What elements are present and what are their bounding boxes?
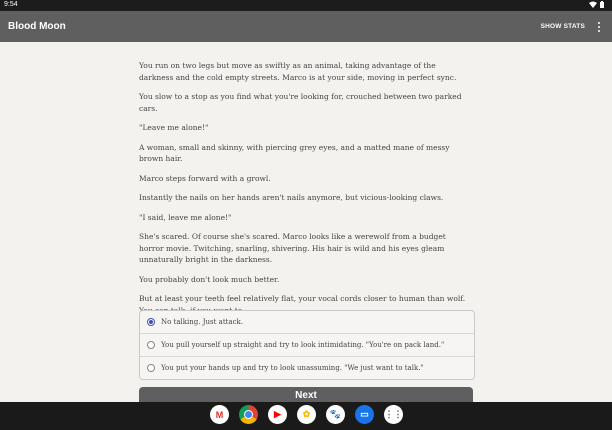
app-dock: M ▶ ✿ 🐾 ▭ ⋮⋮ <box>210 405 403 424</box>
app-bar: Blood Moon SHOW STATS <box>0 11 612 42</box>
battery-icon <box>600 1 604 8</box>
show-stats-button[interactable]: SHOW STATS <box>541 23 585 30</box>
choice-option[interactable]: You pull yourself up straight and try to… <box>140 333 474 356</box>
story-paragraph: Marco steps forward with a growl. <box>139 173 271 183</box>
messages-icon[interactable]: ▭ <box>355 405 374 424</box>
status-time: 9:54 <box>4 1 18 8</box>
choice-label: No talking. Just attack. <box>161 318 244 326</box>
choice-list: No talking. Just attack. You pull yoursel… <box>139 310 475 380</box>
choice-option[interactable]: You put your hands up and try to look un… <box>140 356 474 379</box>
app-drawer-icon[interactable]: ⋮⋮ <box>384 405 403 424</box>
chrome-center <box>244 410 253 419</box>
story-paragraph: You run on two legs but move as swiftly … <box>139 61 457 82</box>
status-bar: 9:54 <box>0 0 612 11</box>
youtube-icon[interactable]: ▶ <box>268 405 287 424</box>
choice-label: You pull yourself up straight and try to… <box>161 341 445 349</box>
photos-icon[interactable]: ✿ <box>297 405 316 424</box>
story-paragraph: You probably don't look much better. <box>139 274 280 284</box>
choice-option[interactable]: No talking. Just attack. <box>140 311 474 333</box>
story-paragraph: "I said, leave me alone!" <box>139 212 232 222</box>
story-text: You run on two legs but move as swiftly … <box>139 60 469 324</box>
story-paragraph: A woman, small and skinny, with piercing… <box>139 142 450 164</box>
more-options-icon[interactable] <box>596 20 602 34</box>
story-paragraph: She's scared. Of course she's scared. Ma… <box>139 232 446 264</box>
chrome-icon[interactable] <box>239 405 258 424</box>
wifi-icon <box>589 1 597 8</box>
story-paragraph: Instantly the nails on her hands aren't … <box>139 193 444 202</box>
radio-button[interactable] <box>147 341 155 349</box>
radio-button[interactable] <box>147 318 155 326</box>
story-paragraph: "Leave me alone!" <box>139 123 209 132</box>
radio-button[interactable] <box>147 364 155 372</box>
status-icons <box>589 1 604 8</box>
paw-icon[interactable]: 🐾 <box>326 405 345 424</box>
gmail-icon[interactable]: M <box>210 405 229 424</box>
app-title: Blood Moon <box>8 21 66 32</box>
story-paragraph: You slow to a stop as you find what you'… <box>139 92 462 113</box>
choice-label: You put your hands up and try to look un… <box>161 364 424 372</box>
